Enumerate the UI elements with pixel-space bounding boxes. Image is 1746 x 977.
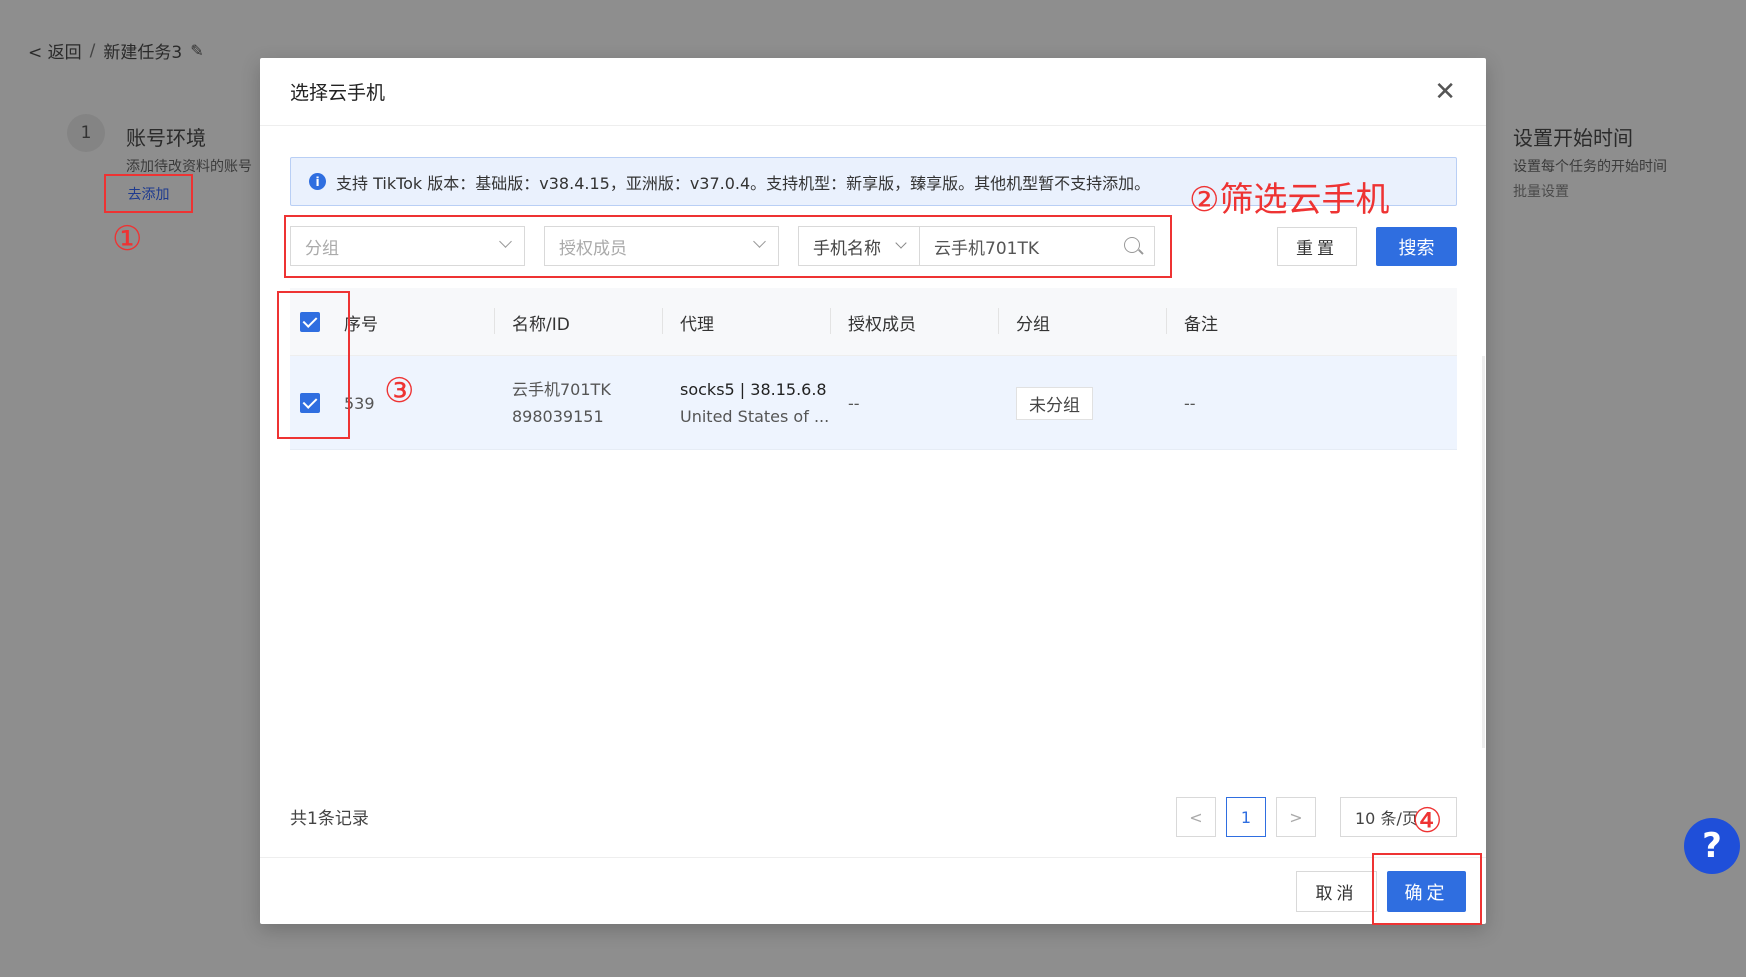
search-icon[interactable]	[1124, 237, 1140, 253]
page-1-button[interactable]: 1	[1226, 797, 1266, 837]
edit-icon[interactable]: ✎	[190, 41, 203, 60]
column-header-member: 授权成员	[848, 314, 916, 335]
row-name-value: 云手机701TK	[512, 380, 611, 399]
breadcrumb: < 返回 / 新建任务3 ✎	[28, 38, 204, 64]
next-page-button[interactable]: >	[1276, 797, 1316, 837]
search-type-select[interactable]: 手机名称	[798, 226, 920, 266]
annotation-mark-2: ②筛选云手机	[1189, 180, 1390, 220]
column-divider	[662, 308, 663, 334]
chevron-down-icon	[499, 235, 512, 248]
modal-title: 选择云手机	[290, 82, 386, 104]
help-button[interactable]: ?	[1684, 818, 1740, 874]
modal-header: 选择云手机 ✕	[260, 58, 1486, 126]
checkbox-highlight-box	[277, 291, 350, 439]
row-member: --	[848, 356, 860, 450]
add-account-link[interactable]: 去添加	[104, 174, 193, 213]
search-type-label: 手机名称	[813, 238, 881, 259]
column-header-name: 名称/ID	[512, 314, 570, 335]
step-title: 账号环境	[126, 126, 206, 150]
row-group: 未分组	[1016, 356, 1093, 450]
step-description: 添加待改资料的账号	[126, 159, 252, 175]
annotation-mark-4: ④	[1412, 801, 1443, 841]
start-time-title: 设置开始时间	[1513, 126, 1633, 150]
search-button[interactable]: 搜索	[1376, 227, 1457, 266]
annotation-mark-3: ③	[384, 371, 415, 411]
row-proxy: socks5 | 38.15.6.8 United States of ...	[680, 356, 829, 450]
row-member-value: --	[848, 393, 860, 413]
info-icon: i	[309, 173, 326, 190]
group-select[interactable]: 分组	[290, 226, 525, 266]
close-icon[interactable]: ✕	[1434, 79, 1456, 105]
back-link[interactable]: < 返回	[28, 38, 82, 63]
row-note: --	[1184, 356, 1196, 450]
total-records: 共1条记录	[290, 809, 369, 829]
reset-button[interactable]: 重置	[1277, 227, 1357, 266]
search-input[interactable]: 云手机701TK	[920, 226, 1155, 266]
column-header-group: 分组	[1016, 314, 1050, 335]
table-scrollbar[interactable]	[1482, 356, 1485, 748]
column-divider	[830, 308, 831, 334]
table-header: 序号 名称/ID 代理 授权成员 分组 备注	[290, 288, 1457, 356]
column-divider	[494, 308, 495, 334]
start-time-description: 设置每个任务的开始时间	[1513, 159, 1667, 175]
row-note-value: --	[1184, 393, 1196, 413]
column-header-proxy: 代理	[680, 314, 714, 335]
group-select-placeholder: 分组	[305, 238, 339, 259]
search-input-value: 云手机701TK	[934, 238, 1039, 259]
group-tag: 未分组	[1016, 386, 1093, 420]
column-divider	[998, 308, 999, 334]
prev-page-button[interactable]: <	[1176, 797, 1216, 837]
page-size-value: 10 条/页	[1355, 809, 1418, 828]
info-text: 支持 TikTok 版本：基础版：v38.4.15，亚洲版：v37.0.4。支持…	[336, 173, 1151, 193]
member-select[interactable]: 授权成员	[544, 226, 779, 266]
cloud-phone-table: 序号 名称/ID 代理 授权成员 分组 备注 539 云手机701TK 8980…	[277, 288, 1485, 748]
row-id-value: 898039151	[512, 407, 604, 426]
chevron-down-icon	[753, 235, 766, 248]
row-name: 云手机701TK 898039151	[512, 356, 611, 450]
batch-setting-link[interactable]: 批量设置	[1513, 181, 1569, 201]
confirm-highlight-box	[1372, 853, 1482, 925]
row-proxy-address: socks5 | 38.15.6.8	[680, 380, 827, 399]
breadcrumb-separator: /	[89, 40, 96, 61]
column-header-note: 备注	[1184, 314, 1218, 335]
row-proxy-country: United States of ...	[680, 407, 830, 426]
annotation-mark-1: ①	[112, 219, 143, 259]
chevron-down-icon	[895, 237, 907, 249]
member-select-placeholder: 授权成员	[559, 238, 627, 259]
step-number: 1	[67, 114, 105, 152]
column-divider	[1166, 308, 1167, 334]
cancel-button[interactable]: 取消	[1296, 871, 1377, 912]
table-row[interactable]: 539 云手机701TK 898039151 socks5 | 38.15.6.…	[290, 356, 1457, 450]
footer-divider	[260, 857, 1486, 858]
select-cloud-phone-modal: 选择云手机 ✕ i 支持 TikTok 版本：基础版：v38.4.15，亚洲版：…	[260, 58, 1486, 925]
add-account-link-label: 去添加	[127, 186, 170, 203]
task-name: 新建任务3	[103, 43, 183, 63]
